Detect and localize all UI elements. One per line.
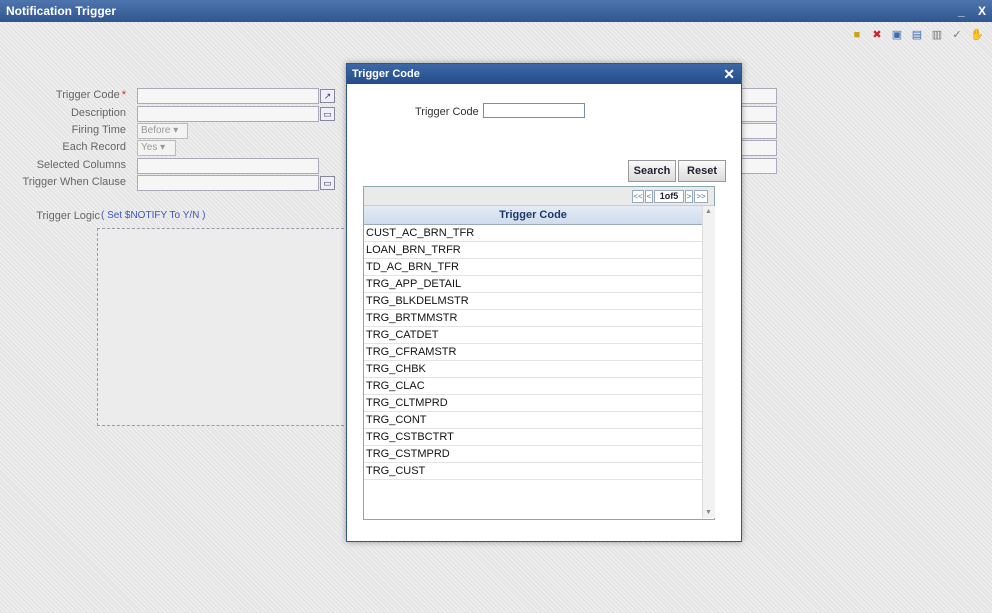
vertical-scrollbar[interactable]: ▲ ▼ — [702, 206, 715, 518]
table-row[interactable]: TRG_APP_DETAIL — [364, 276, 702, 293]
pager-page-display: 1of5 — [654, 190, 684, 203]
firing-time-row: Firing Time Before ▾ — [0, 123, 340, 139]
trigger-logic-label: Trigger Logic — [36, 210, 100, 222]
window-controls: _ X — [948, 0, 986, 22]
table-row[interactable]: TRG_BLKDELMSTR — [364, 293, 702, 310]
pager: << < 1of5 > >> — [364, 187, 714, 206]
trigger-code-label: Trigger Code * — [55, 89, 126, 101]
pager-last-button[interactable]: >> — [694, 190, 708, 203]
print-icon[interactable]: ▥ — [930, 28, 944, 42]
dialog-close-icon[interactable]: ✕ — [723, 64, 735, 84]
query-trigger-code-input[interactable] — [483, 103, 585, 118]
description-label: Description — [70, 107, 126, 119]
new-icon[interactable]: ■ — [850, 28, 864, 42]
trigger-when-input[interactable] — [137, 175, 319, 191]
table-row[interactable]: TRG_BRTMMSTR — [364, 310, 702, 327]
window-titlebar: Notification Trigger _ X — [0, 0, 992, 22]
toolbar: ■ ✖ ▣ ▤ ▥ ✓ ✋ — [850, 28, 984, 42]
trigger-code-row: Trigger Code * ↗ — [0, 88, 340, 104]
trigger-logic-textarea[interactable] — [97, 228, 349, 426]
trigger-code-dialog: Trigger Code ✕ Trigger Code Search Reset… — [346, 63, 742, 542]
unlock-icon[interactable]: ✓ — [950, 28, 964, 42]
table-row[interactable]: TRG_CSTMPRD — [364, 446, 702, 463]
table-row[interactable]: TRG_CHBK — [364, 361, 702, 378]
description-input[interactable] — [137, 106, 319, 122]
selected-columns-label: Selected Columns — [36, 159, 126, 171]
copy-icon[interactable]: ▣ — [890, 28, 904, 42]
trigger-when-row: Trigger When Clause ▭ — [0, 175, 340, 191]
reset-button[interactable]: Reset — [678, 160, 726, 182]
table-row[interactable]: TD_AC_BRN_TFR — [364, 259, 702, 276]
description-row: Description ▭ — [0, 106, 340, 122]
trigger-logic-row: Trigger Logic ( Set $NOTIFY To Y/N ) — [0, 209, 340, 225]
table-row[interactable]: LOAN_BRN_TRFR — [364, 242, 702, 259]
scroll-up-icon[interactable]: ▲ — [705, 208, 712, 215]
table-row[interactable]: TRG_CSTBCTRT — [364, 429, 702, 446]
firing-time-select[interactable]: Before ▾ — [137, 123, 188, 139]
edit-text-icon[interactable]: ▭ — [320, 107, 335, 121]
selected-columns-input[interactable] — [137, 158, 319, 174]
table-row[interactable]: TRG_CLTMPRD — [364, 395, 702, 412]
dialog-titlebar: Trigger Code ✕ — [347, 64, 741, 84]
delete-icon[interactable]: ✖ — [870, 28, 884, 42]
lov-search-icon[interactable]: ↗ — [320, 89, 335, 103]
trigger-code-input[interactable] — [137, 88, 319, 104]
window-title: Notification Trigger — [6, 4, 117, 18]
firing-time-label: Firing Time — [71, 124, 126, 136]
required-mark: * — [121, 89, 126, 101]
table-row[interactable]: TRG_CUST — [364, 463, 702, 480]
pager-next-button[interactable]: > — [685, 190, 693, 203]
table-row[interactable]: TRG_CONT — [364, 412, 702, 429]
pager-prev-button[interactable]: < — [645, 190, 653, 203]
close-window-button[interactable]: X — [978, 4, 986, 18]
scroll-down-icon[interactable]: ▼ — [705, 509, 712, 516]
each-record-select[interactable]: Yes ▾ — [137, 140, 176, 156]
table-row[interactable]: TRG_CFRAMSTR — [364, 344, 702, 361]
results-grid: << < 1of5 > >> Trigger Code CUST_AC_BRN_… — [363, 186, 715, 520]
each-record-label: Each Record — [62, 141, 126, 153]
save-icon[interactable]: ▤ — [910, 28, 924, 42]
table-row[interactable]: CUST_AC_BRN_TFR — [364, 225, 702, 242]
each-record-row: Each Record Yes ▾ — [0, 140, 340, 156]
selected-columns-row: Selected Columns — [0, 158, 340, 174]
edit-text-icon[interactable]: ▭ — [320, 176, 335, 190]
query-trigger-code-label: Trigger Code — [415, 106, 479, 118]
minimize-button[interactable]: _ — [958, 4, 965, 18]
results-rows: CUST_AC_BRN_TFR LOAN_BRN_TRFR TD_AC_BRN_… — [364, 225, 702, 480]
dialog-title: Trigger Code — [352, 68, 420, 80]
column-header-trigger-code[interactable]: Trigger Code — [364, 206, 702, 225]
pager-first-button[interactable]: << — [632, 190, 644, 203]
trigger-logic-hint: ( Set $NOTIFY To Y/N ) — [101, 210, 206, 221]
table-row[interactable]: TRG_CATDET — [364, 327, 702, 344]
search-button[interactable]: Search — [628, 160, 676, 182]
authorize-icon[interactable]: ✋ — [970, 28, 984, 42]
trigger-when-label: Trigger When Clause — [22, 176, 126, 188]
table-row[interactable]: TRG_CLAC — [364, 378, 702, 395]
